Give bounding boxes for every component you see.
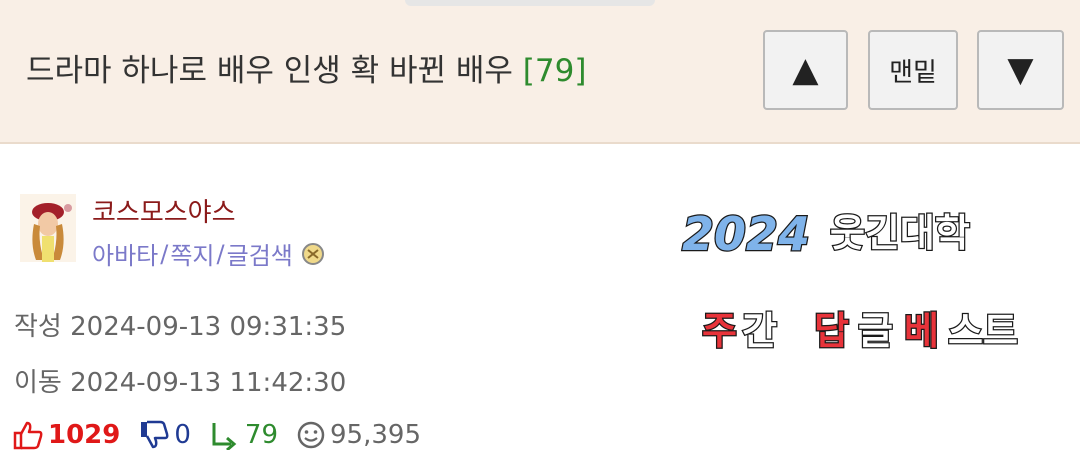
banner-year: 2024 (682, 207, 810, 261)
view-count: 95,395 (330, 420, 421, 450)
thumbs-down-icon (141, 420, 169, 449)
link-separator: / (160, 239, 169, 268)
author-info-panel: 코스모스야스 아바타 / 쪽지 / 글검색 작성 2024-09-13 09:3… (0, 146, 602, 468)
level-badge-icon (301, 242, 325, 266)
banner-site: 웃긴대학 (830, 211, 970, 255)
smile-face-icon (297, 421, 325, 449)
avatar[interactable] (20, 194, 76, 262)
post-stats: 1029 0 79 95,395 (12, 420, 439, 450)
like-count: 1029 (48, 420, 121, 450)
scroll-down-button[interactable]: ▼ (977, 30, 1064, 110)
thumbs-up-icon (13, 421, 43, 450)
avatar-link[interactable]: 아바타 (92, 236, 158, 271)
weekly-best-banner[interactable]: 2024 웃긴대학 주 간 답 글 베 스트 (602, 146, 1080, 468)
like-stat[interactable]: 1029 (12, 420, 120, 450)
banner-word-2: 간 (742, 309, 777, 353)
banner-word-1: 주 (702, 309, 737, 353)
scroll-bottom-button[interactable]: 맨밑 (868, 30, 958, 110)
dislike-stat[interactable]: 0 (138, 420, 191, 450)
banner-word-5: 베 (904, 309, 939, 353)
move-time: 2024-09-13 11:42:30 (70, 368, 347, 398)
up-arrow-icon: ▲ (792, 50, 819, 90)
top-handle (405, 0, 655, 6)
reply-stat[interactable]: 79 (209, 420, 278, 450)
write-label: 작성 (14, 312, 62, 342)
author-nickname[interactable]: 코스모스야스 (92, 192, 236, 229)
write-time-row: 작성 2024-09-13 09:31:35 (14, 306, 346, 343)
post-title-text: 드라마 하나로 배우 인생 확 바뀐 배우 (26, 53, 513, 89)
post-header: 드라마 하나로 배우 인생 확 바뀐 배우 [79] ▲ 맨밑 ▼ (0, 0, 1080, 144)
reply-arrow-icon (212, 423, 237, 450)
author-links: 아바타 / 쪽지 / 글검색 (92, 236, 325, 271)
post-search-link[interactable]: 글검색 (227, 236, 293, 271)
write-time: 2024-09-13 09:31:35 (70, 312, 347, 342)
reply-count-label[interactable]: [79] (523, 53, 587, 89)
move-label: 이동 (14, 368, 62, 398)
scroll-bottom-label: 맨밑 (889, 57, 937, 88)
dislike-count: 0 (174, 420, 191, 450)
scroll-up-button[interactable]: ▲ (763, 30, 848, 110)
banner-word-3: 답 (814, 309, 849, 353)
banner-word-4: 글 (858, 309, 893, 353)
view-stat: 95,395 (296, 420, 421, 450)
down-arrow-icon: ▼ (1007, 50, 1034, 90)
banner-word-6: 스트 (948, 309, 1018, 353)
link-separator: / (216, 239, 225, 268)
message-link[interactable]: 쪽지 (170, 236, 214, 271)
post-title: 드라마 하나로 배우 인생 확 바뀐 배우 [79] (26, 48, 586, 98)
move-time-row: 이동 2024-09-13 11:42:30 (14, 362, 346, 399)
reply-count: 79 (244, 420, 279, 450)
